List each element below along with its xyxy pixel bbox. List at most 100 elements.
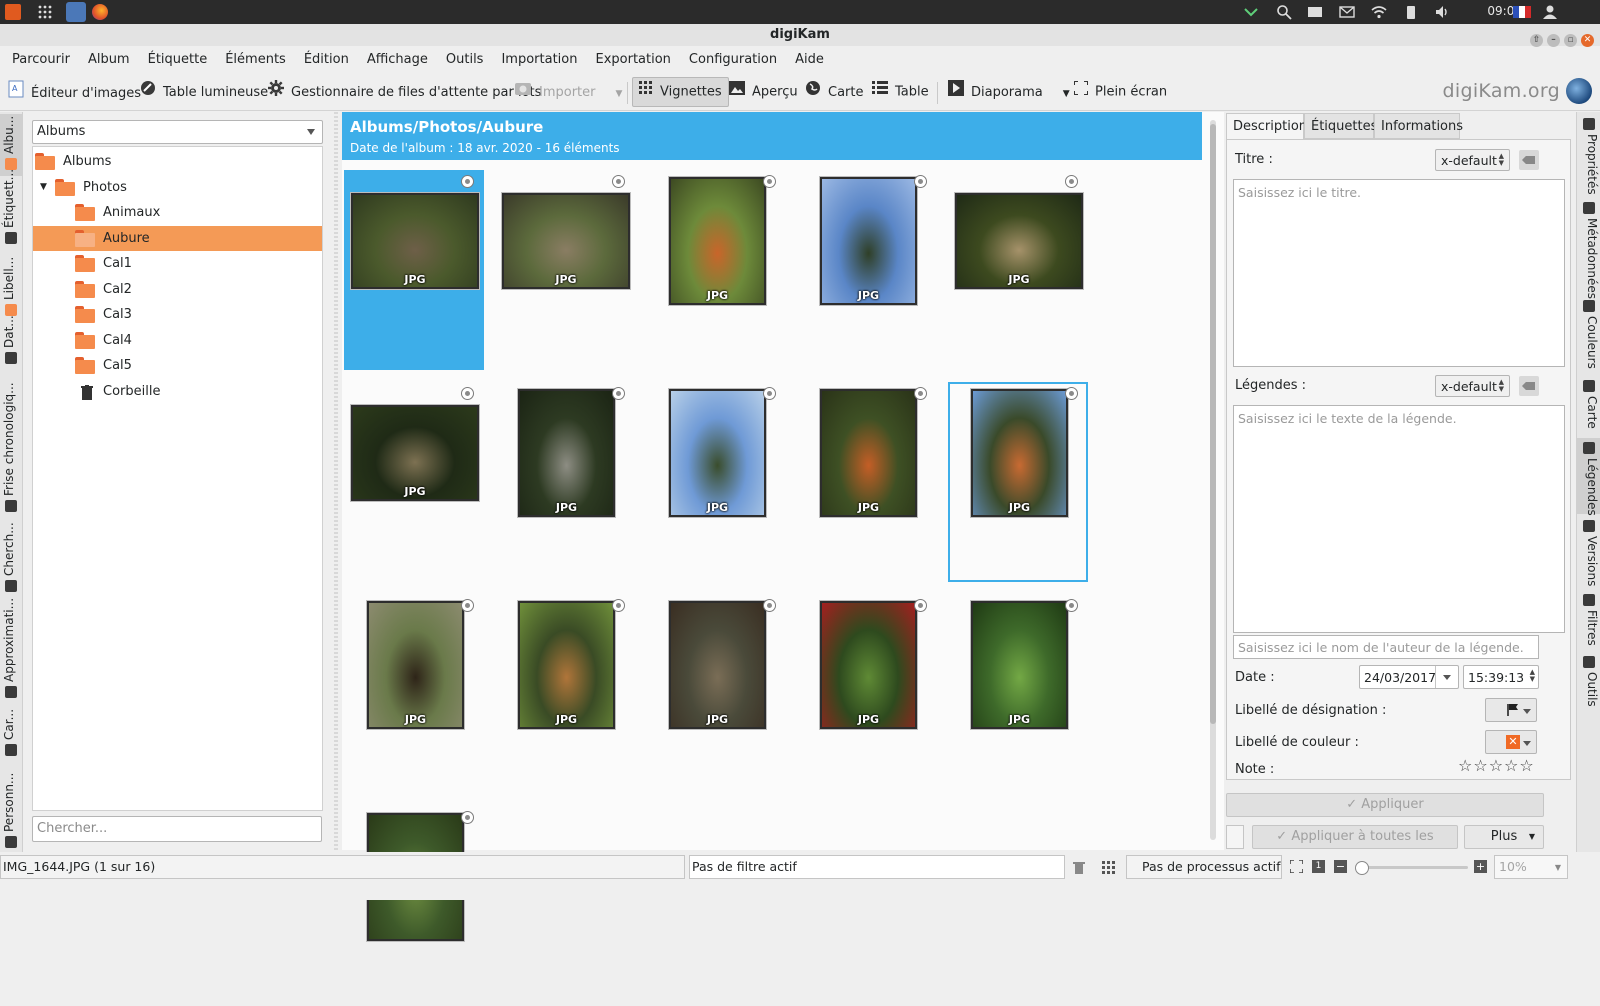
thumbnail-image[interactable]: JPG	[518, 389, 615, 517]
thumbnail-item[interactable]: JPG	[948, 170, 1088, 370]
zoom-100-icon[interactable]: 1	[1312, 860, 1325, 873]
menu-edition[interactable]: Édition	[295, 48, 358, 72]
keyboard-flag-icon[interactable]	[1512, 4, 1532, 20]
preview-view-button[interactable]: Aperçu	[729, 80, 798, 104]
batch-queue-button[interactable]: Gestionnaire de files d'attente par lots	[268, 80, 541, 104]
thumbnail-image[interactable]: JPG	[955, 193, 1083, 289]
thumbnail-image[interactable]: JPG	[669, 601, 766, 729]
updown-icon[interactable]: ▲ ▼	[1530, 669, 1535, 683]
right-tab-5[interactable]: Versions	[1577, 516, 1600, 588]
zoom-slider[interactable]	[1355, 861, 1468, 875]
thumbnail-image[interactable]: JPG	[971, 389, 1068, 517]
thumbnail-item[interactable]: JPG	[495, 382, 635, 582]
apply-button[interactable]: ✓ Appliquer	[1226, 793, 1544, 817]
tree-item-cal4[interactable]: Cal4	[33, 328, 322, 353]
thumbnail-item[interactable]: JPG	[646, 170, 786, 370]
import-button[interactable]: Importer ▼	[514, 80, 622, 104]
volume-icon[interactable]	[1434, 4, 1450, 20]
tab-etiquettes[interactable]: Étiquettes	[1304, 113, 1377, 139]
right-tab-2[interactable]: Couleurs	[1577, 296, 1600, 374]
panel-splitter[interactable]	[334, 112, 338, 852]
right-tab-7[interactable]: Outils	[1577, 652, 1600, 712]
caption-textarea[interactable]: Saisissez ici le texte de la légende.	[1233, 405, 1565, 633]
apply-all-versions-button[interactable]: ✓ Appliquer à toutes les versions	[1252, 825, 1458, 866]
menu-importation[interactable]: Importation	[492, 48, 586, 72]
process-status-box[interactable]: Pas de processus actif	[1126, 855, 1282, 879]
color-label-select[interactable]: ✕	[1485, 730, 1537, 754]
pick-label-select[interactable]	[1485, 698, 1537, 722]
left-tab-0[interactable]: Albu...	[0, 114, 22, 176]
scrollbar-thumb[interactable]	[1210, 124, 1216, 724]
thumbnail-item[interactable]: JPG	[948, 594, 1088, 794]
close-button[interactable]: ✕	[1581, 34, 1594, 47]
check-icon[interactable]	[1243, 4, 1259, 20]
thumbnail-image[interactable]: JPG	[351, 193, 479, 289]
chevron-down-icon[interactable]: ▼	[616, 89, 623, 99]
album-search-input[interactable]: Chercher...	[32, 816, 322, 842]
zoom-slider-handle[interactable]	[1355, 861, 1369, 875]
thumbnail-image[interactable]: JPG	[351, 405, 479, 501]
zoom-field[interactable]: 10% ▼	[1494, 855, 1568, 879]
thumbnail-item[interactable]: JPG	[948, 382, 1088, 582]
thumbnails-view-button[interactable]: Vignettes	[632, 77, 729, 107]
left-tab-5[interactable]: Cherch...	[0, 522, 22, 598]
thumbnail-item[interactable]: JPG	[797, 382, 937, 582]
thumbnail-item[interactable]: JPG	[797, 594, 937, 794]
chevron-down-icon[interactable]: ▼	[1555, 863, 1561, 872]
thumbnail-item[interactable]	[344, 806, 484, 1006]
star-icon[interactable]: ☆	[1458, 756, 1472, 775]
right-tab-1[interactable]: Métadonnées	[1577, 198, 1600, 299]
menu-elements[interactable]: Éléments	[216, 48, 295, 72]
maximize-button[interactable]: ▫	[1564, 34, 1577, 47]
trash-filter-icon[interactable]	[1073, 861, 1085, 874]
star-icon[interactable]: ☆	[1473, 756, 1487, 775]
keep-above-button[interactable]: ⇧	[1530, 34, 1543, 47]
menu-album[interactable]: Album	[79, 48, 139, 72]
left-tab-8[interactable]: Personn...	[0, 764, 22, 854]
menu-affichage[interactable]: Affichage	[358, 48, 437, 72]
thumbnail-image[interactable]: JPG	[502, 193, 630, 289]
left-tab-3[interactable]: Dat...	[0, 315, 22, 370]
fit-window-icon[interactable]	[1289, 859, 1304, 874]
caption-author-input[interactable]: Saisissez ici le nom de l'auteur de la l…	[1233, 635, 1539, 659]
slideshow-button[interactable]: Diaporama ▼	[948, 80, 1070, 104]
thumbnail-image[interactable]: JPG	[820, 177, 917, 305]
firefox-icon[interactable]	[92, 4, 108, 20]
tree-item-corbeille[interactable]: Corbeille	[33, 379, 322, 404]
caption-language-select[interactable]: x-default ▲ ▼	[1435, 375, 1510, 397]
thumbnail-item[interactable]: JPG	[344, 170, 484, 370]
menu-outils[interactable]: Outils	[437, 48, 493, 72]
tab-informations[interactable]: Informations	[1374, 113, 1463, 139]
date-input[interactable]: 24/03/2017	[1359, 665, 1459, 689]
thumbnail-image[interactable]: JPG	[971, 601, 1068, 729]
thumbnail-image[interactable]: JPG	[518, 601, 615, 729]
thumbnail-image[interactable]: JPG	[820, 601, 917, 729]
right-tab-4[interactable]: Légendes	[1577, 438, 1600, 516]
clear-title-icon[interactable]	[1519, 150, 1539, 170]
tree-item-cal5[interactable]: Cal5	[33, 353, 322, 378]
thumbnail-item[interactable]: JPG	[495, 594, 635, 794]
title-textarea[interactable]: Saisissez ici le titre.	[1233, 179, 1565, 367]
time-input[interactable]: 15:39:13 ▲ ▼	[1463, 665, 1539, 689]
digikam-taskbar-icon[interactable]	[66, 2, 86, 22]
user-icon[interactable]	[1542, 4, 1558, 20]
ubuntu-menu-icon[interactable]	[5, 4, 21, 20]
menu-exportation[interactable]: Exportation	[586, 48, 679, 72]
menu-aide[interactable]: Aide	[786, 48, 833, 72]
clear-caption-icon[interactable]	[1519, 376, 1539, 396]
wifi-icon[interactable]	[1371, 4, 1387, 20]
tree-item-cal2[interactable]: Cal2	[33, 277, 322, 302]
chevron-down-icon[interactable]	[1435, 666, 1458, 688]
tree-item-cal3[interactable]: Cal3	[33, 302, 322, 327]
tree-item-cal1[interactable]: Cal1	[33, 251, 322, 276]
tree-item-photos[interactable]: ▼ Photos	[33, 175, 322, 200]
menu-parcourir[interactable]: Parcourir	[3, 48, 79, 72]
thumbnail-item[interactable]: JPG	[344, 382, 484, 582]
metadata-template-icon[interactable]	[1226, 825, 1244, 849]
album-combo[interactable]: Albums	[32, 120, 323, 144]
thumbnail-image[interactable]: JPG	[367, 601, 464, 729]
thumbnail-image[interactable]: JPG	[820, 389, 917, 517]
title-language-select[interactable]: x-default ▲ ▼	[1435, 149, 1510, 171]
zoom-out-icon[interactable]: −	[1334, 860, 1347, 873]
thumbnail-image[interactable]: JPG	[669, 177, 766, 305]
